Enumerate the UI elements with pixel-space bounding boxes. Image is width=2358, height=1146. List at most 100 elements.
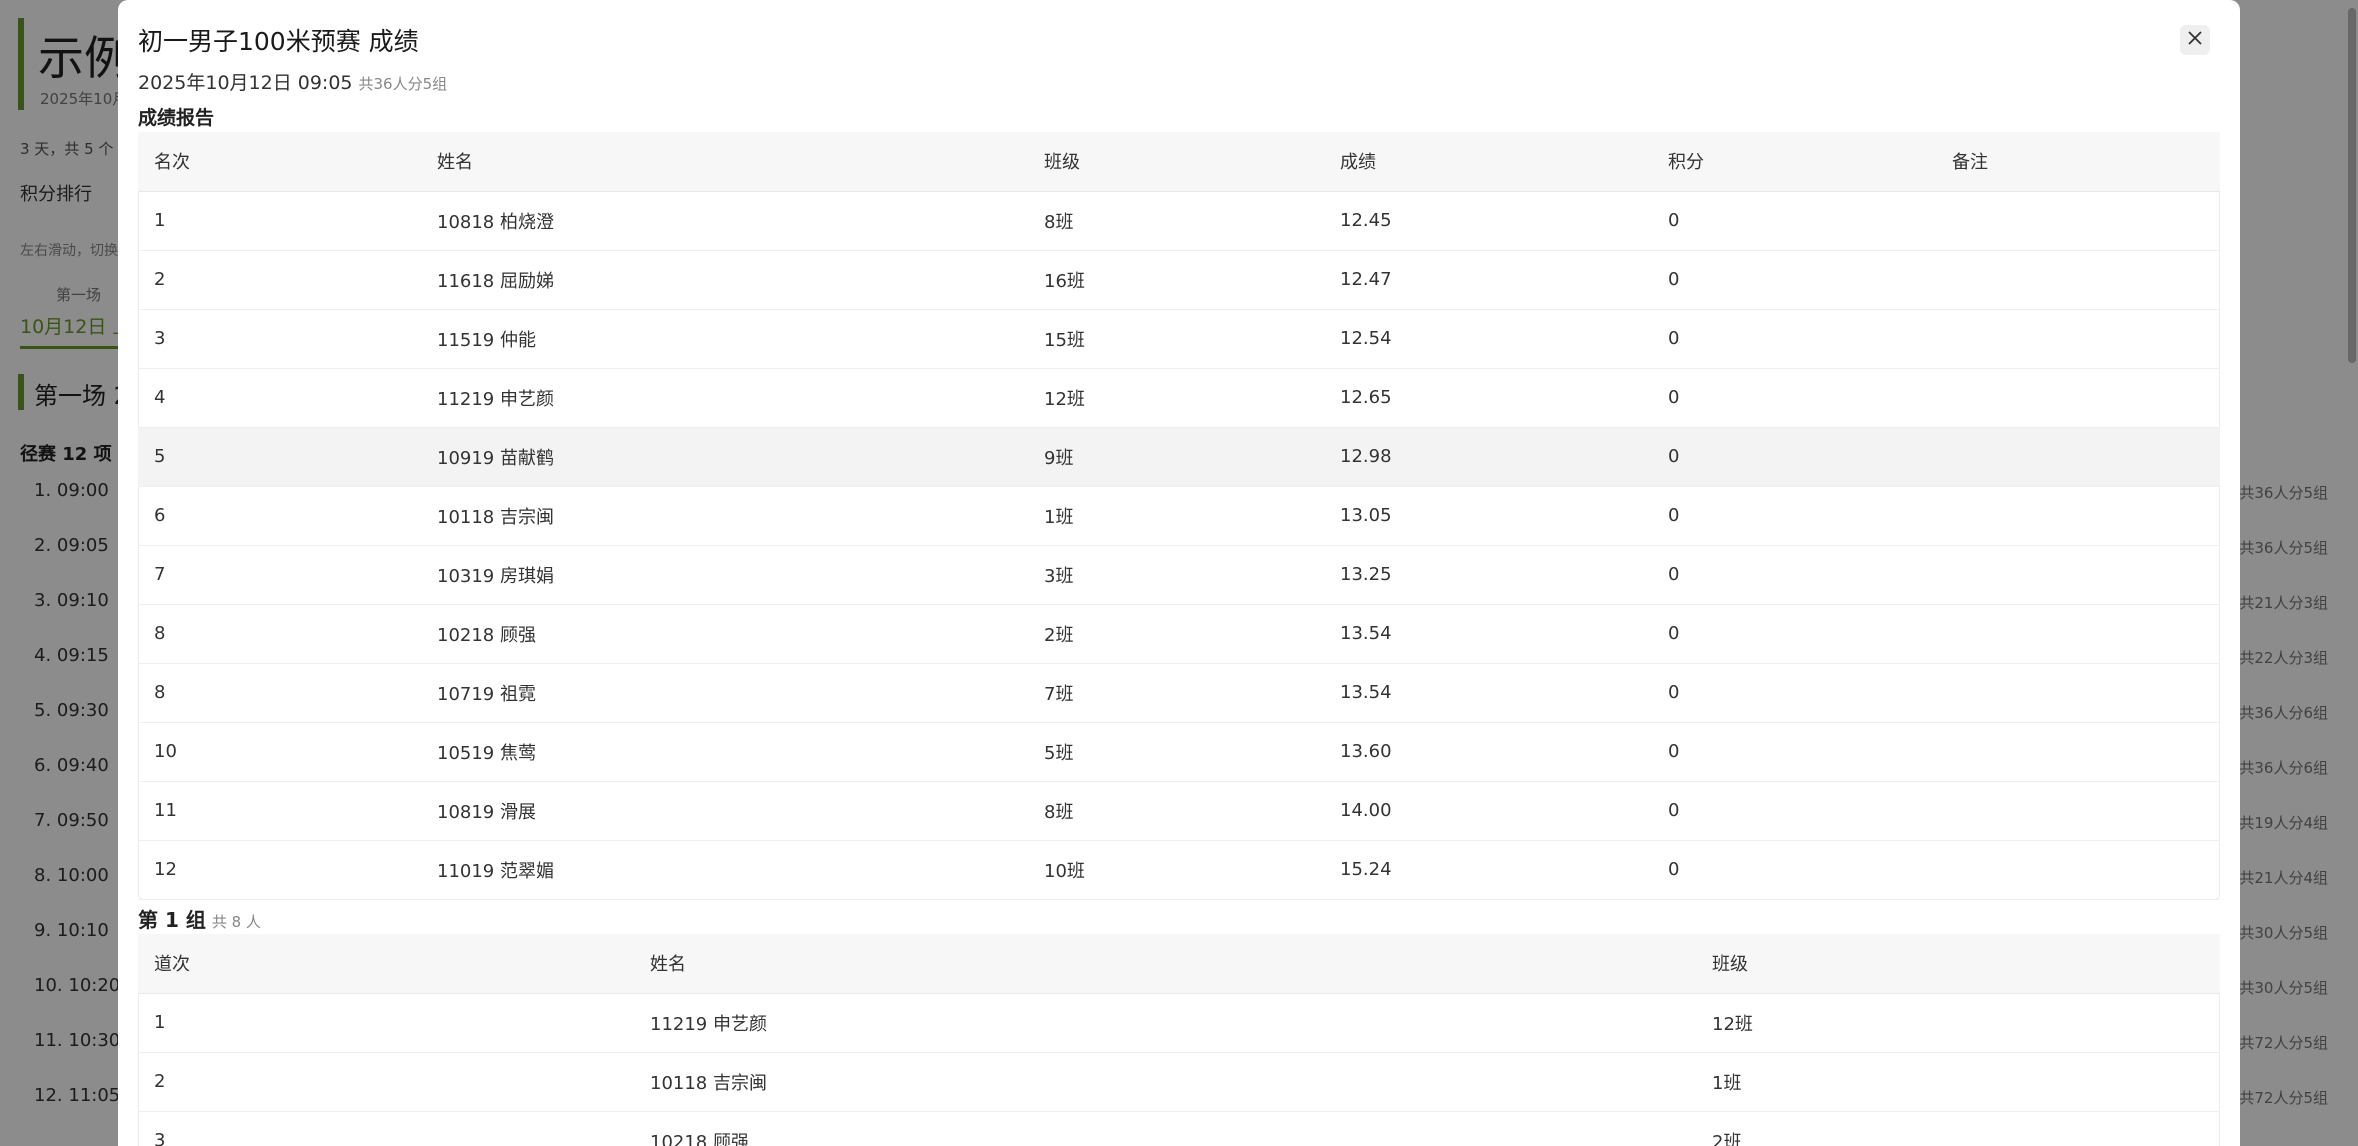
table-cell: 5班 [1028, 722, 1324, 782]
table-cell: 13.60 [1324, 722, 1652, 782]
table-cell [1936, 368, 2220, 428]
event-meta: 2025年10月12日 09:05 共36人分5组 [138, 68, 447, 95]
table-cell: 2 [138, 250, 421, 310]
close-icon [2187, 30, 2203, 50]
table-cell: 1班 [1028, 486, 1324, 546]
table-row: 12 11019 范翠媚 10班 15.24 0 [138, 840, 2220, 900]
table-cell: 2班 [1696, 1111, 2220, 1146]
table-cell: 0 [1652, 604, 1936, 664]
table-cell [1936, 840, 2220, 900]
table-row: 6 10118 吉宗闽 1班 13.05 0 [138, 486, 2220, 546]
table-cell: 10819 滑展 [421, 781, 1028, 841]
table-cell: 12班 [1028, 368, 1324, 428]
table-row: 11 10819 滑展 8班 14.00 0 [138, 781, 2220, 841]
table-cell: 10118 吉宗闽 [421, 486, 1028, 546]
table-cell [1936, 191, 2220, 251]
group-title: 第 1 组 [138, 908, 206, 932]
group-count: 共 8 人 [211, 913, 261, 931]
column-header: 姓名 [634, 934, 1696, 994]
column-header[interactable]: 积分 [1652, 132, 1936, 192]
table-row: 2 11618 屈励娣 16班 12.47 0 [138, 250, 2220, 310]
table-row: 3 11519 仲能 15班 12.54 0 [138, 309, 2220, 369]
table-cell: 3 [138, 309, 421, 369]
table-cell: 13.25 [1324, 545, 1652, 605]
event-summary: 共36人分5组 [358, 75, 448, 93]
table-cell: 2 [138, 1052, 634, 1112]
table-cell: 1班 [1696, 1052, 2220, 1112]
table-cell: 10719 祖霓 [421, 663, 1028, 723]
table-cell: 11519 仲能 [421, 309, 1028, 369]
table-cell [1936, 545, 2220, 605]
table-row: 10 10519 焦莺 5班 13.60 0 [138, 722, 2220, 782]
report-table: 名次 姓名 班级 成绩 积分 备注 1 10818 柏烧澄 8班 12.45 0 2 11618 屈励… [138, 132, 2220, 900]
table-cell: 0 [1652, 191, 1936, 251]
table-cell: 10班 [1028, 840, 1324, 900]
table-cell: 0 [1652, 368, 1936, 428]
table-row: 2 10118 吉宗闽 1班 [138, 1052, 2220, 1112]
dialog-title: 初一男子100米预赛 成绩 [138, 27, 419, 56]
table-row: 5 10919 苗献鹤 9班 12.98 0 [138, 427, 2220, 487]
table-cell: 0 [1652, 427, 1936, 487]
table-cell: 13.54 [1324, 604, 1652, 664]
table-cell [1936, 486, 2220, 546]
table-cell: 0 [1652, 545, 1936, 605]
table-cell: 6 [138, 486, 421, 546]
table-cell: 13.05 [1324, 486, 1652, 546]
table-cell: 0 [1652, 722, 1936, 782]
table-cell: 10319 房琪娟 [421, 545, 1028, 605]
column-header: 班级 [1696, 934, 2220, 994]
table-cell: 0 [1652, 663, 1936, 723]
table-cell: 1 [138, 993, 634, 1053]
table-cell: 7 [138, 545, 421, 605]
table-row: 7 10319 房琪娟 3班 13.25 0 [138, 545, 2220, 605]
table-cell: 3班 [1028, 545, 1324, 605]
table-cell [1936, 663, 2220, 723]
column-header[interactable]: 成绩 [1324, 132, 1652, 192]
table-row: 3 10218 顾强 2班 [138, 1111, 2220, 1146]
table-cell: 8班 [1028, 781, 1324, 841]
table-row: 8 10719 祖霓 7班 13.54 0 [138, 663, 2220, 723]
table-cell: 3 [138, 1111, 634, 1146]
table-cell: 11219 申艺颜 [421, 368, 1028, 428]
table-cell: 11618 屈励娣 [421, 250, 1028, 310]
table-cell: 4 [138, 368, 421, 428]
group-heading: 第 1 组共 8 人 [138, 904, 261, 933]
table-cell: 1 [138, 191, 421, 251]
table-cell: 10218 顾强 [634, 1111, 1696, 1146]
column-header[interactable]: 名次 [138, 132, 421, 192]
table-row: 4 11219 申艺颜 12班 12.65 0 [138, 368, 2220, 428]
group-table: 道次 姓名 班级 1 11219 申艺颜 12班 2 10118 吉宗闽 1班 3 10218 顾… [138, 934, 2220, 1146]
table-cell: 11 [138, 781, 421, 841]
table-cell [1936, 781, 2220, 841]
table-cell: 15班 [1028, 309, 1324, 369]
table-cell: 15.24 [1324, 840, 1652, 900]
table-row: 8 10218 顾强 2班 13.54 0 [138, 604, 2220, 664]
column-header[interactable]: 姓名 [421, 132, 1028, 192]
close-button[interactable] [2180, 25, 2210, 55]
table-cell: 12.65 [1324, 368, 1652, 428]
table-cell: 2班 [1028, 604, 1324, 664]
table-cell: 10818 柏烧澄 [421, 191, 1028, 251]
table-row: 1 10818 柏烧澄 8班 12.45 0 [138, 191, 2220, 251]
column-header[interactable]: 班级 [1028, 132, 1324, 192]
table-cell: 0 [1652, 309, 1936, 369]
table-cell: 16班 [1028, 250, 1324, 310]
group-table-header: 道次 姓名 班级 [138, 934, 2220, 994]
table-cell: 7班 [1028, 663, 1324, 723]
table-cell: 12.47 [1324, 250, 1652, 310]
column-header[interactable]: 备注 [1936, 132, 2220, 192]
table-cell: 0 [1652, 486, 1936, 546]
table-cell: 8班 [1028, 191, 1324, 251]
table-cell: 13.54 [1324, 663, 1652, 723]
table-cell: 10 [138, 722, 421, 782]
table-cell [1936, 604, 2220, 664]
table-cell: 10118 吉宗闽 [634, 1052, 1696, 1112]
table-cell: 12班 [1696, 993, 2220, 1053]
table-cell: 8 [138, 604, 421, 664]
table-cell [1936, 309, 2220, 369]
table-cell: 12 [138, 840, 421, 900]
table-cell: 0 [1652, 250, 1936, 310]
table-cell: 0 [1652, 840, 1936, 900]
table-row: 1 11219 申艺颜 12班 [138, 993, 2220, 1053]
results-dialog: 初一男子100米预赛 成绩 2025年10月12日 09:05 共36人分5组 成… [118, 0, 2240, 1146]
